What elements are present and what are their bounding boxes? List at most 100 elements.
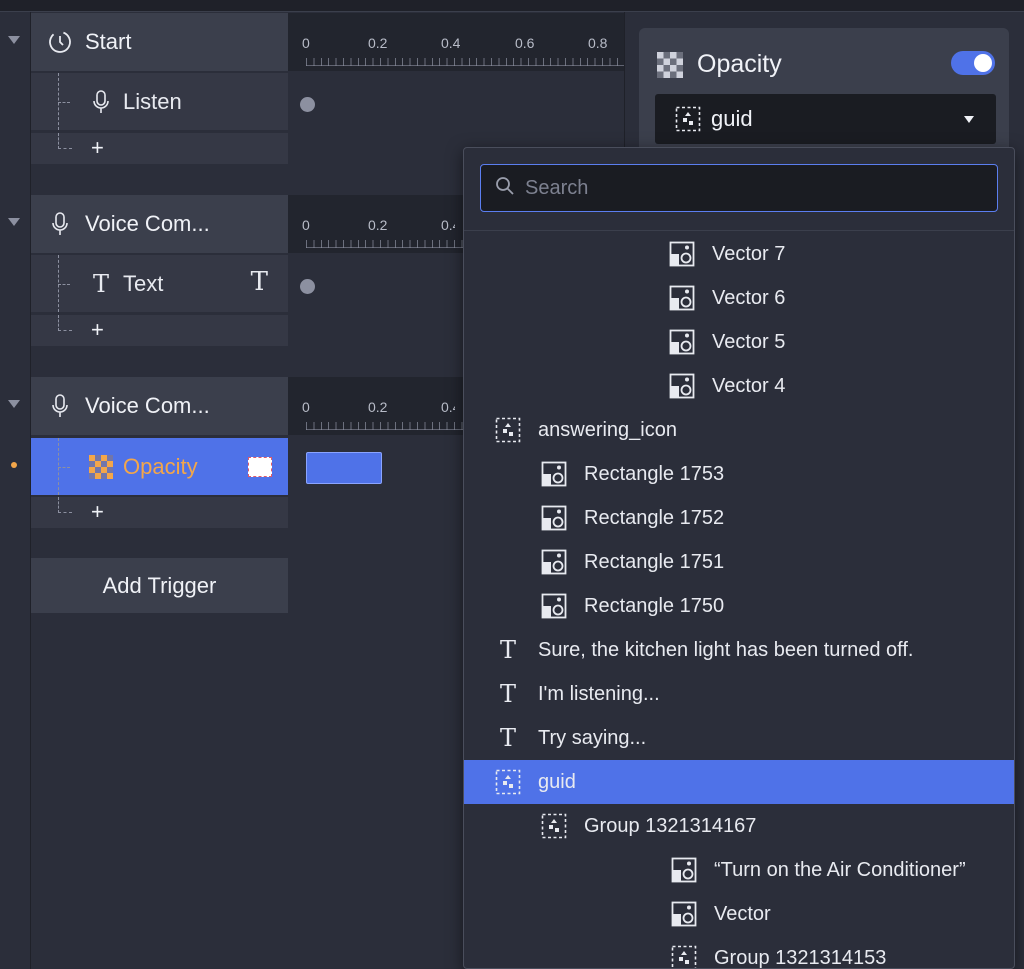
image-layer-icon xyxy=(668,284,696,312)
trigger-row-label: Text xyxy=(123,270,164,296)
keyframe-dot[interactable] xyxy=(300,97,315,112)
layer-item[interactable]: T I'm listening... xyxy=(464,672,1014,716)
layer-item-label: Vector 4 xyxy=(712,374,786,397)
layer-item[interactable]: T Sure, the kitchen light has been turned… xyxy=(464,628,1014,672)
add-action-button[interactable]: + xyxy=(31,496,288,528)
search-input[interactable] xyxy=(525,176,965,200)
keyframe-dot[interactable] xyxy=(300,279,315,294)
trigger-row-label: Opacity xyxy=(123,453,198,479)
layer-item[interactable]: Vector 5 xyxy=(464,320,1014,364)
layer-item-label: Group 1321314153 xyxy=(714,946,887,969)
tick-label: 0.4 xyxy=(441,217,455,233)
layer-item[interactable]: Vector 7 xyxy=(464,232,1014,276)
trigger-header-label: Voice Com... xyxy=(85,393,210,418)
text-type-badge: T xyxy=(250,267,268,297)
opacity-icon xyxy=(89,454,113,479)
layer-item[interactable]: Vector 6 xyxy=(464,276,1014,320)
trigger-header-voice-1[interactable]: Voice Com... xyxy=(31,195,288,253)
tree-branch xyxy=(58,438,78,495)
layer-item[interactable]: Vector xyxy=(464,892,1014,936)
add-action-label: + xyxy=(91,317,104,342)
clock-icon xyxy=(47,29,73,55)
layer-item-label: Vector 5 xyxy=(712,330,786,353)
layer-item[interactable]: Rectangle 1750 xyxy=(464,584,1014,628)
image-layer-icon xyxy=(540,592,568,620)
image-layer-icon xyxy=(670,856,698,884)
image-layer-icon xyxy=(540,504,568,532)
color-swatch[interactable] xyxy=(248,457,272,477)
timeline-ruler-voice-2[interactable]: 0 0.2 0.4 xyxy=(288,377,463,435)
layer-item-label: Sure, the kitchen light has been turned … xyxy=(538,638,914,661)
collapse-caret-voice-1[interactable] xyxy=(8,218,20,226)
trigger-row-opacity[interactable]: Opacity xyxy=(31,437,288,495)
ruler-baseline xyxy=(306,65,624,66)
keyframe-bar[interactable] xyxy=(306,452,382,484)
tick-label: 0 xyxy=(302,35,310,51)
add-action-button[interactable]: + xyxy=(31,314,288,346)
layer-select-value: guid xyxy=(711,106,753,131)
layer-item-label: Rectangle 1752 xyxy=(584,506,725,529)
collapse-caret-voice-2[interactable] xyxy=(8,400,20,408)
timeline-ruler-voice-1[interactable]: 0 0.2 0.4 xyxy=(288,195,463,253)
trigger-row-listen[interactable]: Listen xyxy=(31,72,288,130)
layer-item[interactable]: Group 1321314167 xyxy=(464,804,1014,848)
group-icon xyxy=(675,106,701,132)
layer-item[interactable]: Rectangle 1752 xyxy=(464,496,1014,540)
layer-item-label: Rectangle 1751 xyxy=(584,550,725,573)
tick-label: 0.6 xyxy=(515,35,535,51)
trigger-header-label: Voice Com... xyxy=(85,211,210,236)
add-trigger-button[interactable]: Add Trigger xyxy=(31,558,288,613)
trigger-row-text[interactable]: T Text T xyxy=(31,254,288,312)
tick-label: 0 xyxy=(302,399,310,415)
group-icon xyxy=(494,416,522,444)
layer-item-label: Group 1321314167 xyxy=(584,814,757,837)
trigger-header-start[interactable]: Start xyxy=(31,13,288,71)
layer-dropdown: Vector 7 Vector 6 Vector 5 Vector 4 answerin… xyxy=(463,147,1015,969)
tick-label: 0 xyxy=(302,217,310,233)
collapse-caret-start[interactable] xyxy=(8,36,20,44)
layer-item-label: “Turn on the Air Conditioner” xyxy=(714,858,966,881)
search-icon xyxy=(495,176,515,201)
ruler-baseline xyxy=(306,247,463,248)
layer-item[interactable]: Group 1321314153 xyxy=(464,936,1014,969)
layer-item-label: Vector 7 xyxy=(712,242,786,265)
layer-item-label: guid xyxy=(538,770,576,793)
microphone-icon xyxy=(47,393,73,419)
add-action-label: + xyxy=(91,135,104,160)
layer-item[interactable]: guid xyxy=(464,760,1014,804)
tree-branch xyxy=(58,133,72,149)
group-icon xyxy=(494,768,522,796)
search-section xyxy=(464,148,1014,231)
layer-item-label: Try saying... xyxy=(538,726,647,749)
layer-item[interactable]: T Try saying... xyxy=(464,716,1014,760)
add-action-button[interactable]: + xyxy=(31,132,288,164)
microphone-icon xyxy=(89,89,113,114)
layer-item[interactable]: Rectangle 1751 xyxy=(464,540,1014,584)
layer-item[interactable]: Vector 4 xyxy=(464,364,1014,408)
microphone-icon xyxy=(47,211,73,237)
tick-label: 0.4 xyxy=(441,399,455,415)
left-gutter xyxy=(0,12,31,969)
tick-label: 0.8 xyxy=(588,35,608,51)
property-title: Opacity xyxy=(697,50,782,78)
opacity-property-card: Opacity guid xyxy=(639,28,1009,158)
text-icon: T xyxy=(499,636,516,664)
layer-item-label: Vector 6 xyxy=(712,286,786,309)
layer-item-label: Vector xyxy=(714,902,771,925)
image-layer-icon xyxy=(540,460,568,488)
layer-item[interactable]: “Turn on the Air Conditioner” xyxy=(464,848,1014,892)
layer-item[interactable]: answering_icon xyxy=(464,408,1014,452)
layer-item[interactable]: Rectangle 1753 xyxy=(464,452,1014,496)
active-row-marker xyxy=(11,462,17,468)
layer-item-label: Rectangle 1753 xyxy=(584,462,725,485)
top-bar xyxy=(0,0,1024,12)
tree-branch xyxy=(58,255,78,312)
ruler-baseline xyxy=(306,429,463,430)
tick-label: 0.2 xyxy=(368,35,388,51)
layer-select[interactable]: guid xyxy=(655,94,996,144)
search-box[interactable] xyxy=(480,164,998,212)
timeline-ruler-start[interactable]: 0 0.2 0.4 0.6 0.8 xyxy=(288,13,624,71)
trigger-header-voice-2[interactable]: Voice Com... xyxy=(31,377,288,435)
tree-branch xyxy=(58,73,78,130)
property-enabled-toggle[interactable] xyxy=(951,51,995,75)
